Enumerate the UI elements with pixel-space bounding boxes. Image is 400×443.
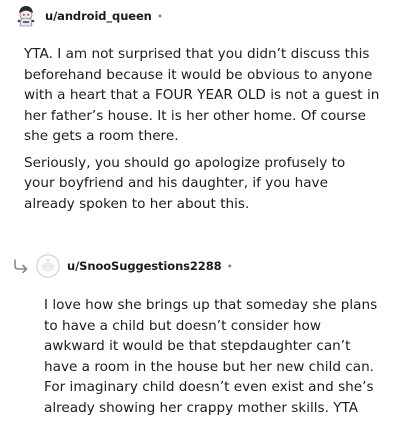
reply-body: I love how she brings up that someday sh… bbox=[0, 295, 400, 418]
comment-paragraph: Seriously, you should go apologize profu… bbox=[24, 154, 346, 212]
comment-body: YTA. I am not surprised that you didn’t … bbox=[0, 44, 400, 214]
comment-paragraph: YTA. I am not surprised that you didn’t … bbox=[24, 46, 380, 144]
reply-meta: u/SnooSuggestions2288 • bbox=[0, 250, 400, 282]
comment-meta: u/android_queen • bbox=[0, 0, 400, 32]
reply-paragraph: I love how she brings up that someday sh… bbox=[44, 297, 378, 416]
comment: u/android_queen • YTA. I am not surprise… bbox=[0, 0, 400, 220]
meta-separator: • bbox=[156, 9, 164, 23]
meta-separator: • bbox=[226, 259, 234, 273]
comment-username[interactable]: u/android_queen bbox=[45, 9, 152, 23]
reply-username[interactable]: u/SnooSuggestions2288 bbox=[67, 259, 222, 273]
snoo-avatar-icon[interactable] bbox=[14, 4, 38, 28]
default-avatar-icon[interactable] bbox=[36, 254, 60, 278]
reply-arrow-icon bbox=[12, 259, 30, 273]
reply-comment: u/SnooSuggestions2288 • I love how she b… bbox=[0, 250, 400, 424]
